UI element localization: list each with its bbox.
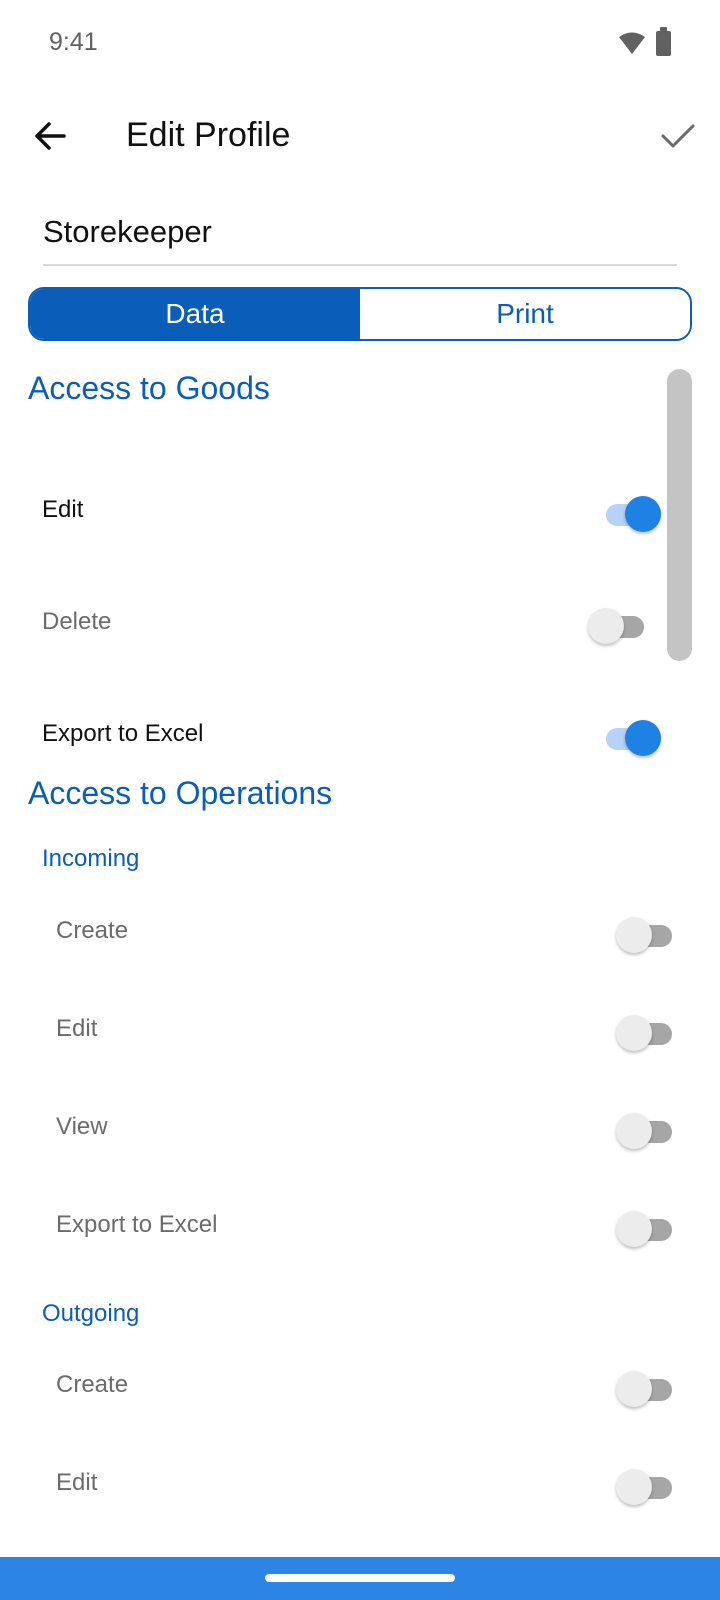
incoming-create-toggle[interactable] bbox=[616, 913, 676, 953]
goods-delete-toggle[interactable] bbox=[588, 604, 648, 644]
incoming-row-create: Create bbox=[0, 903, 720, 963]
goods-row-export: Export to Excel bbox=[0, 706, 720, 766]
section-title-operations: Access to Operations bbox=[28, 775, 333, 811]
outgoing-edit-toggle[interactable] bbox=[616, 1465, 676, 1505]
arrow-left-icon bbox=[35, 122, 66, 150]
row-label: Delete bbox=[42, 608, 112, 635]
goods-row-delete: Delete bbox=[0, 594, 720, 654]
goods-export-toggle[interactable] bbox=[600, 716, 661, 756]
row-label: Edit bbox=[42, 496, 84, 523]
row-label: View bbox=[56, 1113, 108, 1140]
outgoing-row-create: Create bbox=[0, 1357, 720, 1417]
row-label: Export to Excel bbox=[56, 1211, 218, 1238]
page-title: Edit Profile bbox=[126, 116, 291, 154]
incoming-view-toggle[interactable] bbox=[616, 1109, 676, 1149]
group-title-incoming: Incoming bbox=[42, 845, 140, 872]
check-icon bbox=[661, 124, 695, 148]
tab-data[interactable]: Data bbox=[30, 289, 360, 339]
group-title-outgoing: Outgoing bbox=[42, 1300, 140, 1327]
goods-row-edit: Edit bbox=[0, 482, 720, 542]
status-time: 9:41 bbox=[49, 28, 98, 56]
profile-name-input[interactable]: Storekeeper bbox=[43, 210, 677, 266]
home-indicator[interactable] bbox=[265, 1574, 455, 1582]
battery-icon bbox=[656, 27, 671, 56]
goods-edit-toggle[interactable] bbox=[600, 492, 661, 532]
incoming-row-edit: Edit bbox=[0, 1001, 720, 1061]
tab-switcher: Data Print bbox=[28, 287, 692, 341]
system-nav-bar bbox=[0, 1557, 720, 1600]
scrollbar[interactable] bbox=[667, 369, 692, 661]
row-label: Create bbox=[56, 1371, 129, 1398]
row-label: Edit bbox=[56, 1015, 98, 1042]
status-bar: 9:41 bbox=[0, 0, 720, 90]
row-label: Edit bbox=[56, 1469, 98, 1496]
row-label: Export to Excel bbox=[42, 720, 204, 747]
row-label: Create bbox=[56, 917, 129, 944]
profile-name-value: Storekeeper bbox=[43, 214, 212, 249]
incoming-row-view: View bbox=[0, 1099, 720, 1159]
back-button[interactable] bbox=[24, 110, 76, 162]
outgoing-row-edit: Edit bbox=[0, 1455, 720, 1515]
outgoing-create-toggle[interactable] bbox=[616, 1367, 676, 1407]
permissions-list[interactable]: Access to Goods Edit Delete Export to Ex… bbox=[0, 360, 720, 1555]
save-button[interactable] bbox=[650, 108, 706, 164]
incoming-row-export: Export to Excel bbox=[0, 1197, 720, 1257]
incoming-edit-toggle[interactable] bbox=[616, 1011, 676, 1051]
section-title-goods: Access to Goods bbox=[28, 370, 270, 406]
incoming-export-toggle[interactable] bbox=[616, 1207, 676, 1247]
wifi-icon bbox=[619, 32, 645, 59]
app-bar: Edit Profile bbox=[0, 96, 720, 180]
tab-print[interactable]: Print bbox=[360, 289, 690, 339]
